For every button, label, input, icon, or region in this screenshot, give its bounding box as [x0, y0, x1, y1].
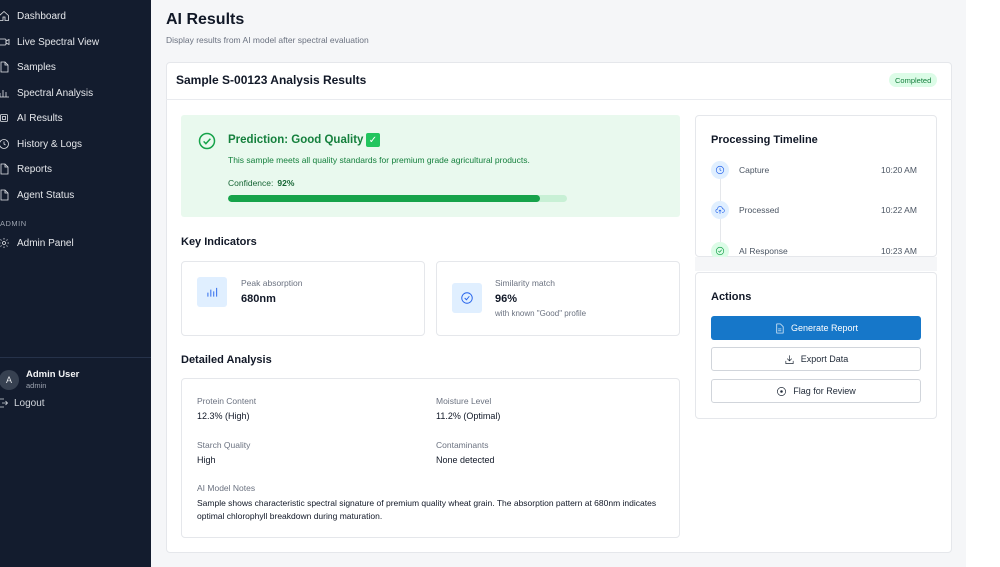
sidebar-item-label: Live Spectral View	[17, 36, 100, 48]
confidence-value: 92%	[277, 178, 295, 188]
indicator-value: 96%	[495, 293, 518, 305]
sidebar-item-label: History & Logs	[17, 138, 83, 150]
confidence-label: Confidence: 92%	[228, 178, 294, 188]
detailed-analysis-heading: Detailed Analysis	[181, 354, 272, 366]
flag-for-review-label: Flag for Review	[793, 386, 856, 396]
flag-for-review-button[interactable]: Flag for Review	[711, 379, 921, 403]
detail-value-contaminants: None detected	[436, 455, 495, 465]
detail-value-protein: 12.3% (High)	[197, 411, 250, 421]
check-mark-icon: ✓	[366, 133, 380, 147]
file-icon	[0, 60, 11, 74]
bar-chart-icon	[197, 277, 227, 307]
indicator-subtext: with known "Good" profile	[495, 309, 587, 318]
sidebar-item-ai-results[interactable]: AI Results	[0, 107, 63, 129]
page-title: AI Results	[166, 11, 245, 28]
timeline-event-label: Processed	[739, 205, 780, 215]
confidence-label-text: Confidence:	[228, 178, 274, 188]
check-circle-icon	[452, 283, 482, 313]
export-data-label: Export Data	[800, 354, 849, 364]
bar-chart-icon	[0, 86, 11, 100]
indicator-value: 680nm	[241, 293, 276, 305]
download-icon	[785, 354, 794, 364]
sidebar-item-label: Reports	[17, 163, 53, 175]
ai-notes-text: Sample shows characteristic spectral sig…	[197, 498, 657, 521]
sidebar-item-samples[interactable]: Samples	[0, 56, 56, 78]
sidebar-item-label: AI Results	[17, 112, 63, 124]
detail-label-protein: Protein Content	[197, 396, 257, 406]
sidebar-item-reports[interactable]: Reports	[0, 158, 52, 180]
file-icon	[0, 162, 11, 176]
sidebar-item-history-logs[interactable]: History & Logs	[0, 133, 82, 155]
timeline-title: Processing Timeline	[711, 134, 818, 146]
sidebar-item-label: Agent Status	[17, 189, 75, 201]
indicator-label: Peak absorption	[241, 278, 303, 288]
sidebar-item-label: Samples	[17, 61, 56, 73]
sidebar-item-dashboard[interactable]: Dashboard	[0, 5, 66, 27]
sidebar-item-label: Spectral Analysis	[17, 87, 94, 99]
sidebar-divider	[0, 357, 151, 358]
timeline-clip-mask	[695, 257, 937, 271]
detail-label-contaminants: Contaminants	[436, 440, 489, 450]
detail-value-moisture: 11.2% (Optimal)	[436, 411, 501, 421]
check-circle-icon	[198, 132, 216, 150]
confidence-bar-fill	[228, 195, 540, 202]
file-icon	[0, 188, 11, 202]
sidebar-section-label: ADMIN	[0, 219, 27, 228]
prediction-title: Prediction: Good Quality	[228, 134, 364, 146]
logout-button[interactable]: Logout	[0, 395, 45, 411]
user-name: Admin User	[26, 369, 80, 380]
timeline-event-time: 10:23 AM	[881, 246, 917, 256]
sidebar-item-agent-status[interactable]: Agent Status	[0, 184, 74, 206]
document-icon	[776, 323, 784, 333]
sidebar-item-admin-panel[interactable]: Admin Panel	[0, 232, 74, 254]
logout-icon	[0, 398, 9, 408]
generate-report-button[interactable]: Generate Report	[711, 316, 921, 340]
indicator-label: Similarity match	[495, 278, 555, 288]
page-subtitle: Display results from AI model after spec…	[166, 35, 369, 45]
results-card-title: Sample S-00123 Analysis Results	[176, 73, 367, 87]
prediction-description: This sample meets all quality standards …	[228, 155, 530, 165]
gear-icon	[0, 236, 11, 250]
generate-report-label: Generate Report	[790, 323, 859, 333]
confidence-bar	[228, 195, 567, 202]
cpu-icon	[0, 111, 11, 125]
sidebar: Dashboard Live Spectral View Samples Spe…	[0, 0, 151, 567]
export-data-button[interactable]: Export Data	[711, 347, 921, 371]
sidebar-item-live-spectral-view[interactable]: Live Spectral View	[0, 31, 99, 53]
logout-label: Logout	[14, 397, 45, 409]
card-header-divider	[166, 99, 952, 100]
detail-value-starch: High	[197, 455, 216, 465]
sidebar-item-spectral-analysis[interactable]: Spectral Analysis	[0, 82, 93, 104]
avatar: A	[0, 370, 19, 390]
user-role: admin	[26, 381, 47, 390]
clock-icon	[0, 137, 11, 151]
status-badge: Completed	[889, 73, 938, 87]
actions-title: Actions	[711, 291, 752, 303]
ai-notes-label: AI Model Notes	[197, 483, 256, 493]
detail-label-starch: Starch Quality	[197, 440, 251, 450]
video-icon	[0, 35, 11, 49]
timeline-event-time: 10:20 AM	[881, 165, 917, 175]
sidebar-item-label: Admin Panel	[17, 237, 74, 249]
flag-circle-icon	[777, 386, 787, 396]
timeline-event-time: 10:22 AM	[881, 205, 917, 215]
right-gutter	[966, 0, 1000, 567]
timeline-event-label: AI Response	[739, 246, 788, 256]
cloud-upload-icon	[711, 201, 729, 219]
timeline-event-label: Capture	[739, 165, 770, 175]
home-icon	[0, 9, 11, 23]
key-indicators-heading: Key Indicators	[181, 236, 257, 248]
sidebar-item-label: Dashboard	[17, 10, 66, 22]
detail-label-moisture: Moisture Level	[436, 396, 492, 406]
clock-icon	[711, 161, 729, 179]
